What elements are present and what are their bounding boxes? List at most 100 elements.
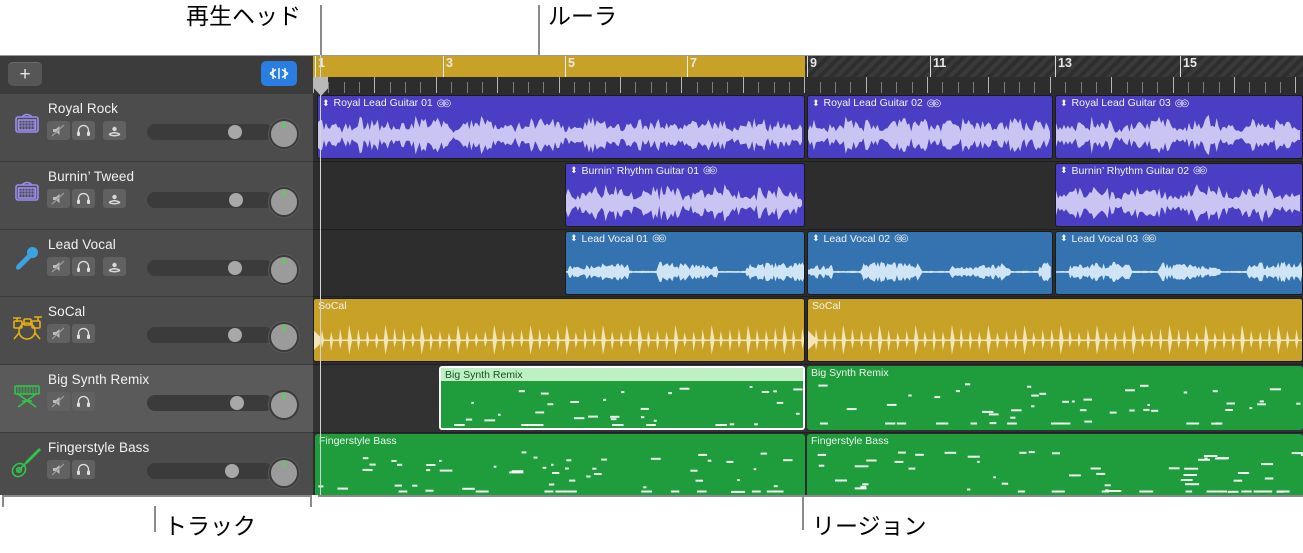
record-enable-button[interactable]	[103, 256, 126, 276]
bar-line	[443, 55, 444, 77]
record-enable-button[interactable]	[103, 121, 126, 140]
drumkit-icon	[10, 309, 44, 343]
volume-slider-thumb[interactable]	[227, 260, 242, 275]
region-name[interactable]: Fingerstyle Bass	[811, 435, 889, 447]
pan-knob[interactable]	[269, 254, 299, 285]
track-lane-3[interactable]: ⬍ Lead Vocal 01 ◎◎ ⬍ Lead Vocal 02 ◎◎ ⬍ Lead Vo…	[313, 230, 1303, 298]
track-name-label[interactable]: Big Synth Remix	[48, 372, 149, 387]
pan-knob[interactable]	[269, 390, 299, 421]
region[interactable]: Big Synth Remix	[807, 366, 1303, 431]
mute-button[interactable]	[47, 324, 70, 344]
solo-button[interactable]	[72, 324, 95, 344]
track-header-6[interactable]: Fingerstyle Bass	[0, 432, 313, 495]
track-header-5[interactable]: Big Synth Remix	[0, 365, 313, 433]
solo-button[interactable]	[72, 188, 95, 208]
volume-slider[interactable]	[147, 462, 273, 479]
track-name-label[interactable]: Burnin’ Tweed	[48, 169, 134, 184]
region[interactable]: Big Synth Remix	[439, 366, 805, 431]
cycle-range[interactable]	[313, 55, 805, 77]
solo-button[interactable]	[72, 256, 95, 276]
region[interactable]: ⬍ Burnin’ Rhythm Guitar 02 ◎◎	[1055, 162, 1303, 227]
volume-slider[interactable]	[147, 327, 273, 344]
track-header-1[interactable]: Royal Rock	[0, 94, 313, 162]
drumkit-icon	[13, 316, 42, 341]
logic-pro-tracks-window: + Royal Rock Burnin’ Tweed Lead Vocal SoCal…	[0, 55, 1303, 495]
track-lane-1[interactable]: ⬍ Royal Lead Guitar 01 ◎◎ ⬍ Royal Lead Guita…	[313, 94, 1303, 162]
volume-slider-thumb[interactable]	[228, 192, 243, 207]
record-enable-button[interactable]	[103, 188, 126, 208]
beat-tick	[727, 82, 729, 93]
region[interactable]: Fingerstyle Bass	[315, 433, 805, 495]
track-headers-column: + Royal Rock Burnin’ Tweed Lead Vocal SoCal…	[0, 55, 313, 495]
track-name-label[interactable]: Royal Rock	[48, 101, 118, 116]
volume-slider[interactable]	[147, 124, 273, 140]
mute-button[interactable]	[47, 392, 70, 412]
volume-slider-thumb[interactable]	[227, 328, 242, 343]
track-lane-6[interactable]: Fingerstyle Bass Fingerstyle Bass	[313, 433, 1303, 495]
region[interactable]: ⬍ Lead Vocal 02 ◎◎	[807, 230, 1053, 295]
track-name-label[interactable]: Lead Vocal	[48, 237, 116, 252]
track-lane-4[interactable]: SoCal SoCal	[313, 297, 1303, 366]
region-name[interactable]: ⬍ Lead Vocal 03 ◎◎	[1060, 233, 1157, 245]
beat-tick	[650, 82, 652, 93]
annotation-track-bracket-right	[310, 495, 312, 507]
bar-line	[687, 55, 688, 77]
screenshot-stage: 再生ヘッド ルーラ トラック リージョン + Royal Rock Burnin…	[0, 0, 1303, 553]
region[interactable]: ⬍ Lead Vocal 03 ◎◎	[1055, 230, 1303, 295]
region-name[interactable]: ⬍ Burnin’ Rhythm Guitar 02 ◎◎	[1060, 165, 1208, 177]
beat-tick	[712, 82, 714, 93]
pan-knob[interactable]	[269, 457, 299, 488]
mute-button[interactable]	[47, 459, 70, 479]
region[interactable]: ⬍ Royal Lead Guitar 01 ◎◎	[317, 95, 805, 159]
track-header-3[interactable]: Lead Vocal	[0, 229, 313, 298]
bar-line	[1055, 55, 1056, 77]
region[interactable]: SoCal	[807, 298, 1303, 363]
solo-button[interactable]	[72, 459, 95, 479]
flex-edit-button[interactable]	[261, 61, 297, 86]
volume-slider[interactable]	[147, 259, 273, 276]
region[interactable]: Fingerstyle Bass	[807, 433, 1303, 495]
region[interactable]: SoCal	[313, 298, 805, 363]
solo-button[interactable]	[72, 121, 95, 140]
region-name-text: SoCal	[812, 300, 841, 313]
volume-slider[interactable]	[147, 395, 273, 412]
region-name[interactable]: ⬍ Royal Lead Guitar 02 ◎◎	[812, 97, 941, 109]
region-name[interactable]: ⬍ Lead Vocal 02 ◎◎	[812, 233, 909, 245]
track-name-label[interactable]: Fingerstyle Bass	[48, 440, 149, 455]
beat-tick	[880, 82, 882, 93]
beat-tick	[620, 77, 621, 93]
beat-tick	[497, 77, 499, 93]
region[interactable]: ⬍ Royal Lead Guitar 03 ◎◎	[1055, 95, 1303, 159]
track-header-2[interactable]: Burnin’ Tweed	[0, 161, 313, 230]
region-name[interactable]: ⬍ Royal Lead Guitar 01 ◎◎	[322, 97, 451, 109]
region[interactable]: ⬍ Royal Lead Guitar 02 ◎◎	[807, 95, 1053, 159]
mute-button[interactable]	[47, 188, 70, 208]
mute-button[interactable]	[47, 256, 70, 276]
track-lane-2[interactable]: ⬍ Burnin’ Rhythm Guitar 01 ◎◎ ⬍ Burnin’ Rhyt…	[313, 162, 1303, 230]
volume-slider-thumb[interactable]	[225, 463, 240, 478]
track-lane-5[interactable]: Big Synth Remix Big Synth Remix	[313, 365, 1303, 433]
region[interactable]: ⬍ Burnin’ Rhythm Guitar 01 ◎◎	[565, 162, 805, 227]
region-name[interactable]: Big Synth Remix	[811, 367, 889, 379]
ruler-bar-strip[interactable]: 1 3 5 7 9 11 13 15	[313, 55, 1303, 77]
volume-slider-thumb[interactable]	[227, 125, 242, 139]
region-name[interactable]: ⬍ Lead Vocal 01 ◎◎	[570, 233, 667, 245]
mute-button[interactable]	[47, 121, 70, 140]
region-name[interactable]: ⬍ Burnin’ Rhythm Guitar 01 ◎◎	[570, 165, 718, 177]
region-name[interactable]: Big Synth Remix	[445, 369, 523, 381]
add-track-button[interactable]: +	[8, 62, 42, 86]
region-name[interactable]: ⬍ Royal Lead Guitar 03 ◎◎	[1060, 97, 1189, 109]
region-name[interactable]: Fingerstyle Bass	[319, 435, 397, 447]
pan-knob[interactable]	[269, 186, 299, 217]
region[interactable]: ⬍ Lead Vocal 01 ◎◎	[565, 230, 805, 295]
solo-button[interactable]	[72, 392, 95, 412]
pan-knob[interactable]	[269, 119, 299, 149]
volume-slider-thumb[interactable]	[229, 396, 244, 411]
ruler[interactable]: 1 3 5 7 9 11 13 15	[313, 55, 1303, 95]
track-header-4[interactable]: SoCal	[0, 297, 313, 366]
region-name[interactable]: SoCal	[812, 300, 841, 312]
track-name-label[interactable]: SoCal	[48, 304, 85, 319]
pan-knob[interactable]	[269, 322, 299, 353]
region-name[interactable]: SoCal	[318, 300, 347, 312]
volume-slider[interactable]	[147, 191, 273, 208]
